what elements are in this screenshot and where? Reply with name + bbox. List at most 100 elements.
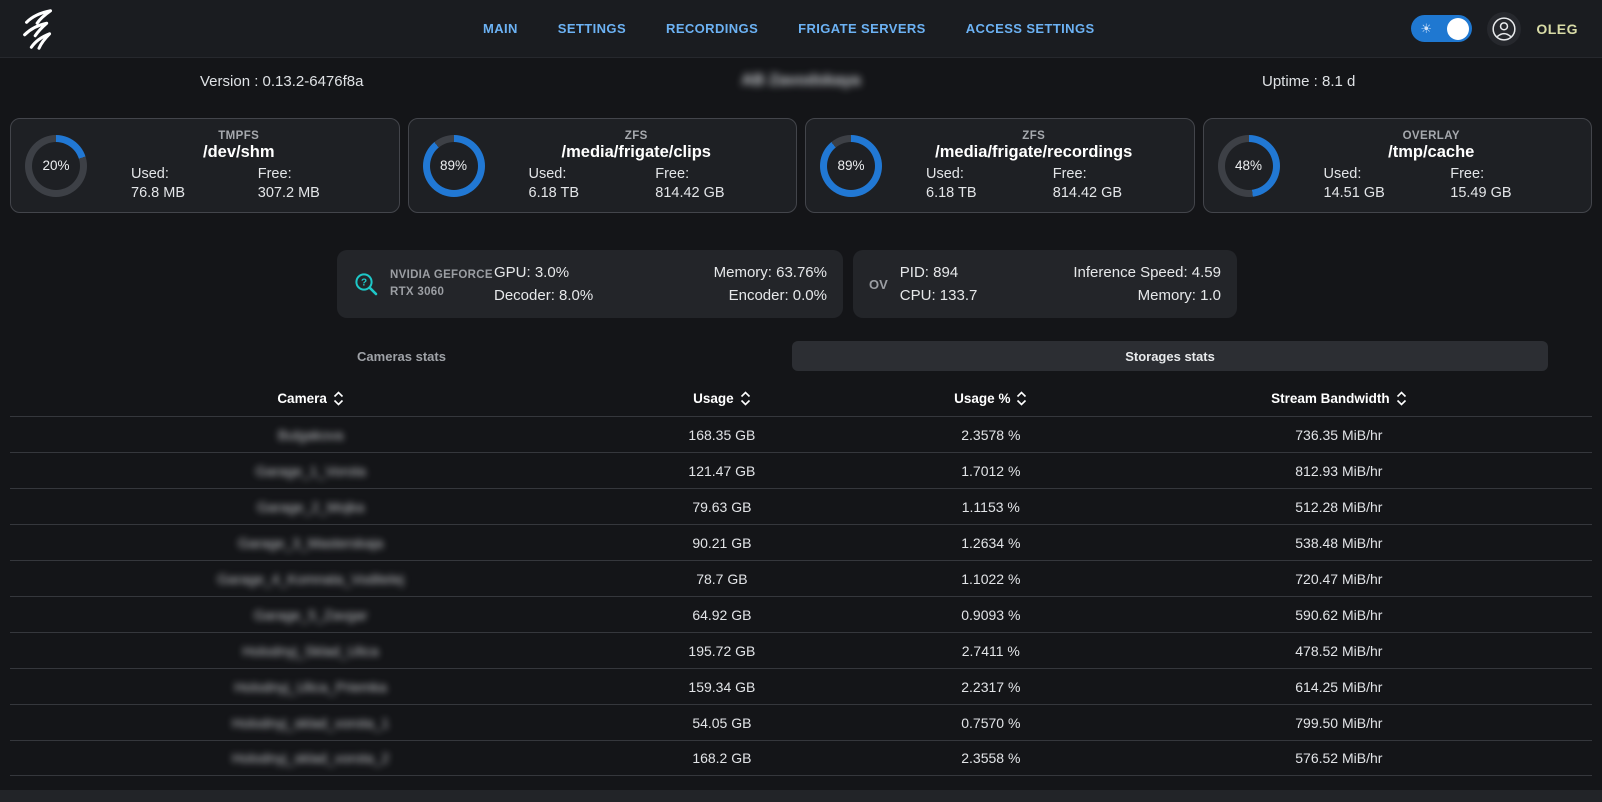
bandwidth-cell: 512.28 MiB/hr <box>1149 499 1529 515</box>
camera-name-blurred: Garage_5_Zavgar <box>10 607 611 623</box>
storage-donut: 48% <box>1218 135 1280 197</box>
user-avatar-button[interactable] <box>1487 12 1521 46</box>
table-row: Holodnyj_sklad_vorota_1 54.05 GB 0.7570 … <box>10 704 1592 740</box>
camera-name-blurred: Holodnyj_Sklad_Ulica <box>10 643 611 659</box>
detector-inference-stat: Inference Speed: 4.59 <box>1073 264 1221 281</box>
free-value: 15.49 GB <box>1450 185 1577 201</box>
column-header-usage-percent[interactable]: Usage % <box>833 391 1149 406</box>
frigate-logo[interactable] <box>16 6 64 52</box>
username-label[interactable]: OLEG <box>1536 21 1578 37</box>
usage-cell: 195.72 GB <box>611 643 832 659</box>
storage-donut: 89% <box>820 135 882 197</box>
storage-card-recordings: 89% ZFS /media/frigate/recordings Used: … <box>805 118 1195 213</box>
bandwidth-cell: 538.48 MiB/hr <box>1149 535 1529 551</box>
sort-icon <box>1016 391 1027 406</box>
camera-name-blurred: Garage_3_Masterskaja <box>10 535 611 551</box>
detector-cpu-stat: CPU: 133.7 <box>900 287 978 304</box>
free-label: Free: <box>1053 166 1180 182</box>
usage-cell: 168.2 GB <box>611 750 832 766</box>
gpu-memory-stat: Memory: 63.76% <box>714 264 827 281</box>
bandwidth-cell: 799.50 MiB/hr <box>1149 715 1529 731</box>
sun-icon: ☀ <box>1420 22 1432 35</box>
bandwidth-cell: 590.62 MiB/hr <box>1149 607 1529 623</box>
usage-percent-cell: 2.3558 % <box>833 750 1149 766</box>
camera-name-blurred: Holodnyj_sklad_vorota_1 <box>10 715 611 731</box>
usage-cell: 54.05 GB <box>611 715 832 731</box>
fs-type-label: ZFS <box>491 130 783 142</box>
usage-percent-cell: 0.7570 % <box>833 715 1149 731</box>
process-cards-row: ? NVIDIA GEFORCE RTX 3060 GPU: 3.0% Deco… <box>337 250 1602 318</box>
nav-link-settings[interactable]: SETTINGS <box>558 21 626 36</box>
theme-toggle[interactable]: ☀ <box>1411 15 1472 42</box>
uptime-label: Uptime : 8.1 d <box>1262 73 1355 90</box>
table-row: Garage_4_Komnata_Voditelej 78.7 GB 1.102… <box>10 560 1592 596</box>
version-label: Version : 0.13.2-6476f8a <box>200 73 363 90</box>
detector-memory-stat: Memory: 1.0 <box>1073 287 1221 304</box>
camera-name-blurred: Garage_1_Vorota <box>10 463 611 479</box>
used-value: 14.51 GB <box>1324 185 1451 201</box>
camera-name-blurred: Holodnyj_sklad_vorota_2 <box>10 750 611 766</box>
storage-percent: 48% <box>1225 142 1273 190</box>
mount-path: /tmp/cache <box>1286 143 1578 162</box>
table-row: Holodnyj_Ulica_Priemka 159.34 GB 2.2317 … <box>10 668 1592 704</box>
used-value: 6.18 TB <box>926 185 1053 201</box>
usage-percent-cell: 2.7411 % <box>833 643 1149 659</box>
gpu-encoder-stat: Encoder: 0.0% <box>714 287 827 304</box>
camera-name-blurred: Holodnyj_Ulica_Priemka <box>10 679 611 695</box>
storage-card-clips: 89% ZFS /media/frigate/clips Used: Free:… <box>408 118 798 213</box>
usage-cell: 78.7 GB <box>611 571 832 587</box>
nav-link-frigate-servers[interactable]: FRIGATE SERVERS <box>798 21 926 36</box>
bandwidth-cell: 812.93 MiB/hr <box>1149 463 1529 479</box>
sort-icon <box>1396 391 1407 406</box>
nav-link-access-settings[interactable]: ACCESS SETTINGS <box>966 21 1095 36</box>
table-row: Garage_3_Masterskaja 90.21 GB 1.2634 % 5… <box>10 524 1592 560</box>
storage-percent: 89% <box>430 142 478 190</box>
gpu-usage-stat: GPU: 3.0% <box>494 264 593 281</box>
storage-percent: 20% <box>32 142 80 190</box>
camera-name-blurred: Garage_2_Mojka <box>10 499 611 515</box>
stats-tabs: Cameras stats Storages stats <box>10 341 1592 371</box>
fs-type-label: OVERLAY <box>1286 130 1578 142</box>
tab-storages-stats[interactable]: Storages stats <box>792 341 1548 371</box>
usage-percent-cell: 2.3578 % <box>833 427 1149 443</box>
nav-right-group: ☀ OLEG <box>1411 12 1578 46</box>
nav-link-recordings[interactable]: RECORDINGS <box>666 21 758 36</box>
table-row: Garage_2_Mojka 79.63 GB 1.1153 % 512.28 … <box>10 488 1592 524</box>
usage-cell: 159.34 GB <box>611 679 832 695</box>
storage-cards-row: 20% TMPFS /dev/shm Used: Free: 76.8 MB 3… <box>10 118 1592 213</box>
nav-link-main[interactable]: MAIN <box>483 21 518 36</box>
table-row: Holodnyj_Sklad_Ulica 195.72 GB 2.7411 % … <box>10 632 1592 668</box>
usage-cell: 168.35 GB <box>611 427 832 443</box>
usage-percent-cell: 1.1153 % <box>833 499 1149 515</box>
detector-stats-card: OV PID: 894 CPU: 133.7 Inference Speed: … <box>853 250 1237 318</box>
mount-path: /dev/shm <box>93 143 385 162</box>
mount-path: /media/frigate/recordings <box>888 143 1180 162</box>
column-header-usage[interactable]: Usage <box>611 391 832 406</box>
storage-donut: 89% <box>423 135 485 197</box>
free-value: 814.42 GB <box>655 185 782 201</box>
column-header-camera[interactable]: Camera <box>10 391 611 406</box>
top-navbar: MAIN SETTINGS RECORDINGS FRIGATE SERVERS… <box>0 0 1602 58</box>
column-header-bandwidth[interactable]: Stream Bandwidth <box>1149 391 1529 406</box>
usage-percent-cell: 1.2634 % <box>833 535 1149 551</box>
used-value: 76.8 MB <box>131 185 258 201</box>
bandwidth-cell: 478.52 MiB/hr <box>1149 643 1529 659</box>
storage-percent: 89% <box>827 142 875 190</box>
user-icon <box>1491 16 1517 42</box>
usage-cell: 79.63 GB <box>611 499 832 515</box>
used-label: Used: <box>131 166 258 182</box>
cameras-stats-table: Camera Usage Usage % Stream Bandwidth Bu… <box>10 380 1592 776</box>
used-label: Used: <box>1324 166 1451 182</box>
info-bar: Version : 0.13.2-6476f8a AB Zavodskaya U… <box>0 58 1602 104</box>
bandwidth-cell: 576.52 MiB/hr <box>1149 750 1529 766</box>
tab-cameras-stats[interactable]: Cameras stats <box>10 341 793 371</box>
gpu-stats-card: ? NVIDIA GEFORCE RTX 3060 GPU: 3.0% Deco… <box>337 250 843 318</box>
detector-name-label: OV <box>869 277 888 292</box>
server-title-blurred: AB Zavodskaya <box>741 72 860 90</box>
usage-percent-cell: 1.7012 % <box>833 463 1149 479</box>
storage-donut: 20% <box>25 135 87 197</box>
detector-pid-stat: PID: 894 <box>900 264 978 281</box>
nav-links: MAIN SETTINGS RECORDINGS FRIGATE SERVERS… <box>483 21 1095 36</box>
table-row: Garage_5_Zavgar 64.92 GB 0.9093 % 590.62… <box>10 596 1592 632</box>
magnifier-question-icon: ? <box>353 271 380 298</box>
